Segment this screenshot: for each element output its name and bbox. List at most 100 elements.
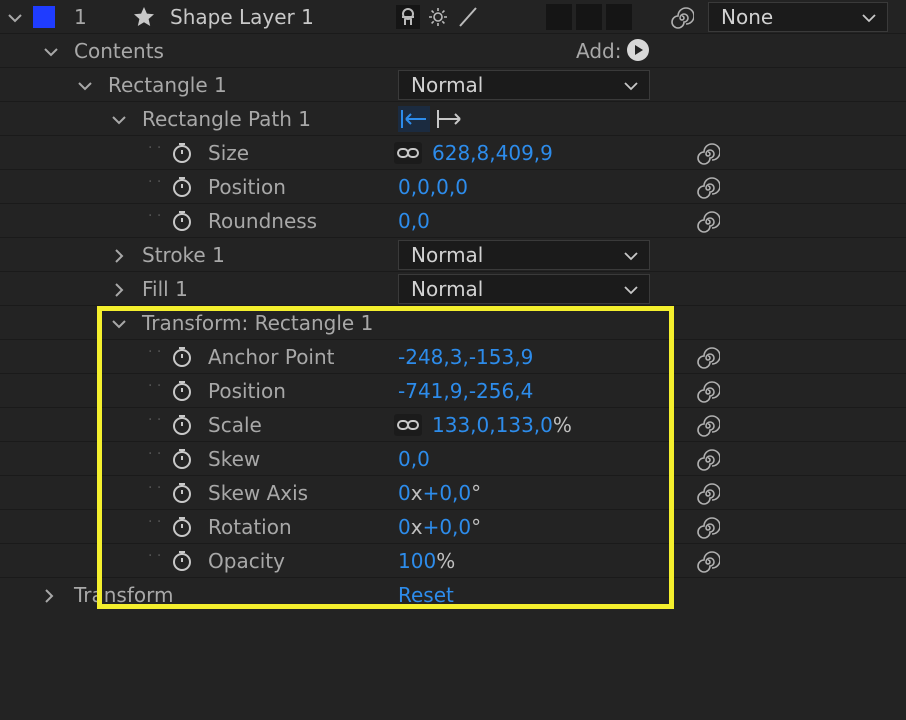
rotation-field[interactable]: 0x+0,0° <box>398 514 481 540</box>
revolutions-value[interactable]: 0 <box>398 481 411 505</box>
roundness-value[interactable]: 0,0 <box>398 208 430 234</box>
pickwhip-icon[interactable] <box>696 482 721 506</box>
skew-axis-field[interactable]: 0x+0,0° <box>398 480 481 506</box>
quality-slash-icon[interactable] <box>456 5 480 29</box>
scale-value[interactable]: 133,0,133,0 <box>432 413 553 437</box>
shy-icon[interactable] <box>396 5 420 29</box>
stopwatch-icon[interactable] <box>170 481 194 505</box>
prop-name: Opacity <box>208 549 285 573</box>
rectangle-group-row[interactable]: Rectangle 1 Normal <box>0 68 906 102</box>
pickwhip-icon[interactable] <box>696 210 721 234</box>
prop-name: Roundness <box>208 209 318 233</box>
pickwhip-icon[interactable] <box>696 550 721 574</box>
prop-name: Rotation <box>208 515 292 539</box>
stopwatch-icon[interactable] <box>170 141 194 165</box>
stroke-row[interactable]: Stroke 1 Normal <box>0 238 906 272</box>
sun-icon[interactable] <box>426 5 450 29</box>
parent-dropdown[interactable]: None <box>708 2 888 32</box>
revolutions-value[interactable]: 0 <box>398 515 411 539</box>
scale-field[interactable]: 133,0,133,0% <box>432 412 572 438</box>
skew-row[interactable]: · · Skew 0,0 <box>0 442 906 476</box>
pickwhip-icon[interactable] <box>696 380 721 404</box>
layer-row[interactable]: 1 Shape Layer 1 None <box>0 0 906 34</box>
chevron-down-icon[interactable] <box>110 314 128 332</box>
anchor-point-row[interactable]: · · Anchor Point -248,3,-153,9 <box>0 340 906 374</box>
stopwatch-icon[interactable] <box>170 413 194 437</box>
position-value[interactable]: 0,0,0,0 <box>398 174 468 200</box>
stroke-blend-dropdown[interactable]: Normal <box>398 240 650 270</box>
pickwhip-icon[interactable] <box>696 516 721 540</box>
degrees-value[interactable]: +0,0 <box>423 481 472 505</box>
transform-row[interactable]: Transform Reset <box>0 578 906 612</box>
blend-value: Normal <box>411 243 484 267</box>
stopwatch-icon[interactable] <box>170 209 194 233</box>
pickwhip-icon[interactable] <box>696 346 721 370</box>
prop-name: Size <box>208 141 250 165</box>
chevron-right-icon[interactable] <box>110 280 128 298</box>
prop-name: Anchor Point <box>208 345 335 369</box>
size-row[interactable]: · · Size 628,8,409,9 <box>0 136 906 170</box>
opacity-row[interactable]: · · Opacity 100% <box>0 544 906 578</box>
add-play-icon[interactable] <box>626 38 650 62</box>
stopwatch-icon[interactable] <box>170 345 194 369</box>
prop-name: Scale <box>208 413 262 437</box>
stopwatch-icon[interactable] <box>170 549 194 573</box>
switch-box-2[interactable] <box>576 4 602 30</box>
add-label: Add: <box>576 39 622 63</box>
transform-position-row[interactable]: · · Position -741,9,-256,4 <box>0 374 906 408</box>
stopwatch-icon[interactable] <box>170 447 194 471</box>
blend-value: Normal <box>411 277 484 301</box>
scale-row[interactable]: · · Scale 133,0,133,0% <box>0 408 906 442</box>
constrain-link-icon[interactable] <box>394 414 422 436</box>
chevron-right-icon[interactable] <box>110 246 128 264</box>
layer-color-swatch[interactable] <box>33 6 55 28</box>
opacity-unit: % <box>436 549 456 573</box>
rotation-row[interactable]: · · Rotation 0x+0,0° <box>0 510 906 544</box>
fill-label: Fill 1 <box>142 277 188 301</box>
prop-name: Skew Axis <box>208 481 309 505</box>
transform-rectangle-label: Transform: Rectangle 1 <box>142 311 374 335</box>
pickwhip-icon[interactable] <box>696 414 721 438</box>
roundness-row[interactable]: · · Roundness 0,0 <box>0 204 906 238</box>
prop-name: Position <box>208 379 286 403</box>
scale-unit: % <box>552 413 572 437</box>
position-row[interactable]: · · Position 0,0,0,0 <box>0 170 906 204</box>
reset-link[interactable]: Reset <box>398 582 454 608</box>
chevron-down-icon[interactable] <box>76 76 94 94</box>
degree-unit: ° <box>471 515 482 539</box>
chevron-down-icon[interactable] <box>6 8 24 26</box>
anchor-point-value[interactable]: -248,3,-153,9 <box>398 344 533 370</box>
transform-label: Transform <box>74 583 174 607</box>
contents-row[interactable]: Contents Add: <box>0 34 906 68</box>
skew-value[interactable]: 0,0 <box>398 446 430 472</box>
opacity-value[interactable]: 100 <box>398 549 436 573</box>
constrain-link-icon[interactable] <box>394 142 422 164</box>
size-value[interactable]: 628,8,409,9 <box>432 140 553 166</box>
position-value[interactable]: -741,9,-256,4 <box>398 378 533 404</box>
rectangle-blend-dropdown[interactable]: Normal <box>398 70 650 100</box>
chevron-right-icon[interactable] <box>40 586 58 604</box>
skew-axis-row[interactable]: · · Skew Axis 0x+0,0° <box>0 476 906 510</box>
stopwatch-icon[interactable] <box>170 379 194 403</box>
pickwhip-icon[interactable] <box>670 6 695 30</box>
path-direction-reverse-icon[interactable] <box>398 106 430 132</box>
chevron-down-icon[interactable] <box>110 110 128 128</box>
pickwhip-icon[interactable] <box>696 176 721 200</box>
rectangle-path-row[interactable]: Rectangle Path 1 <box>0 102 906 136</box>
pickwhip-icon[interactable] <box>696 448 721 472</box>
revolutions-x: x <box>410 515 423 539</box>
switch-box-1[interactable] <box>546 4 572 30</box>
opacity-field[interactable]: 100% <box>398 548 455 574</box>
switch-box-3[interactable] <box>606 4 632 30</box>
star-icon <box>132 5 156 29</box>
fill-blend-dropdown[interactable]: Normal <box>398 274 650 304</box>
transform-rectangle-row[interactable]: Transform: Rectangle 1 <box>0 306 906 340</box>
chevron-down-icon[interactable] <box>42 42 60 60</box>
fill-row[interactable]: Fill 1 Normal <box>0 272 906 306</box>
degrees-value[interactable]: +0,0 <box>423 515 472 539</box>
layer-name[interactable]: Shape Layer 1 <box>170 4 314 30</box>
path-direction-forward-icon[interactable] <box>434 106 466 132</box>
pickwhip-icon[interactable] <box>696 142 721 166</box>
stopwatch-icon[interactable] <box>170 175 194 199</box>
stopwatch-icon[interactable] <box>170 515 194 539</box>
